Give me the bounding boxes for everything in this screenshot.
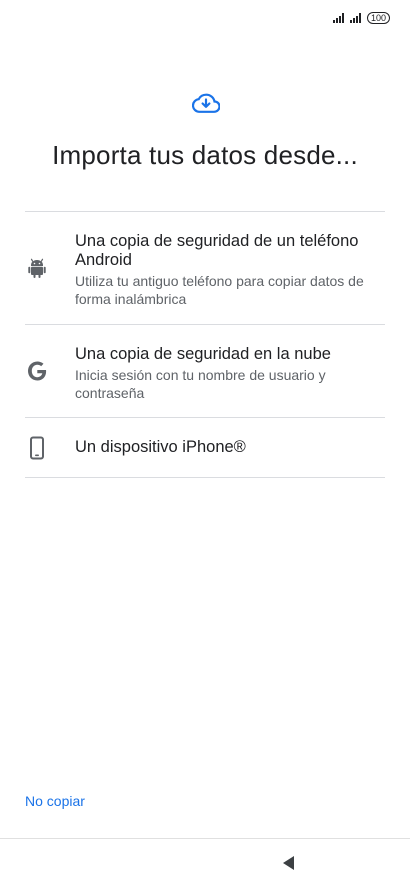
option-subtitle: Utiliza tu antiguo teléfono para copiar … (75, 273, 364, 307)
signal-bars-icon (332, 13, 344, 23)
option-text: Una copia de seguridad en la nube Inicia… (75, 345, 385, 402)
option-android-backup[interactable]: Una copia de seguridad de un teléfono An… (25, 212, 385, 324)
phone-device-icon (30, 436, 44, 460)
battery-icon: 100 (366, 12, 390, 24)
skip-copy-link[interactable]: No copiar (25, 793, 85, 809)
divider (25, 477, 385, 478)
option-iphone[interactable]: Un dispositivo iPhone® (25, 418, 385, 477)
status-bar: 100 (332, 10, 390, 26)
option-title: Una copia de seguridad de un teléfono An… (75, 232, 359, 269)
nav-divider (0, 838, 410, 839)
option-text: Una copia de seguridad de un teléfono An… (75, 232, 385, 308)
option-title: Una copia de seguridad en la nube (75, 345, 331, 363)
option-subtitle: Inicia sesión con tu nombre de usuario y… (75, 367, 326, 401)
battery-level: 100 (370, 13, 386, 23)
google-g-icon (28, 361, 47, 381)
option-text: Un dispositivo iPhone® (75, 438, 385, 457)
option-title: Un dispositivo iPhone® (75, 438, 246, 456)
cloud-download-icon (192, 93, 220, 113)
page-title: Importa tus datos desde... (52, 140, 358, 170)
option-cloud-backup[interactable]: Una copia de seguridad en la nube Inicia… (25, 325, 385, 417)
android-icon (28, 258, 46, 278)
back-triangle-icon[interactable] (280, 854, 296, 872)
signal-bars-icon (349, 13, 361, 23)
